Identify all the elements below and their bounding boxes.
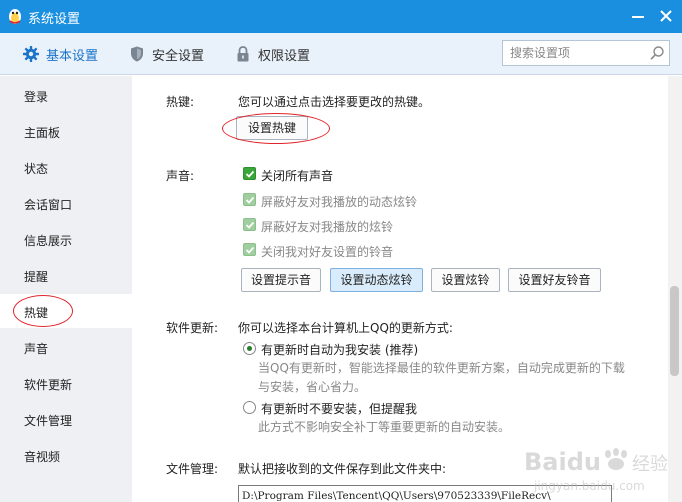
- sidebar-item-login[interactable]: 登录: [0, 78, 132, 112]
- sidebar-item-label: 状态: [24, 162, 49, 176]
- disable-friend-ringtone-checkbox[interactable]: [243, 243, 256, 256]
- tab-label: 安全设置: [152, 48, 205, 64]
- title-bar: 系统设置: [0, 0, 682, 33]
- set-hotkey-button[interactable]: 设置热键: [236, 116, 308, 140]
- option-description: 此方式不影响安全补丁等重要更新的自动安装。: [258, 420, 511, 434]
- notify-only-radio[interactable]: [243, 401, 256, 414]
- hotkey-label: 热键:: [166, 95, 195, 109]
- block-ringtone-checkbox[interactable]: [243, 218, 256, 231]
- set-dynamic-ringtone-button[interactable]: 设置动态炫铃: [330, 268, 423, 292]
- close-button[interactable]: [654, 4, 678, 28]
- tab-basic-settings[interactable]: 基本设置: [22, 43, 98, 65]
- close-icon: [660, 10, 672, 22]
- sidebar-item-label: 音视频: [24, 450, 61, 464]
- sidebar-item-software-update[interactable]: 软件更新: [0, 366, 132, 400]
- window-title: 系统设置: [28, 12, 81, 27]
- sound-label: 声音:: [166, 169, 195, 183]
- checkbox-label: 屏蔽好友对我播放的动态炫铃: [261, 195, 418, 209]
- sidebar-item-info-display[interactable]: 信息展示: [0, 222, 132, 256]
- sidebar-item-reminder[interactable]: 提醒: [0, 258, 132, 292]
- checkmark-icon: [245, 170, 254, 178]
- set-friend-ringtone-button[interactable]: 设置好友铃音: [508, 268, 601, 292]
- set-ringtone-button[interactable]: 设置炫铃: [431, 268, 500, 292]
- tab-label: 基本设置: [46, 48, 99, 64]
- tab-security-settings[interactable]: 安全设置: [128, 43, 204, 65]
- minimize-button[interactable]: [626, 4, 650, 28]
- sidebar-item-label: 提醒: [24, 270, 49, 284]
- sidebar-item-sound[interactable]: 声音: [0, 330, 132, 364]
- update-description: 你可以选择本台计算机上QQ的更新方式:: [238, 321, 453, 335]
- checkbox-label: 屏蔽好友对我播放的炫铃: [261, 220, 394, 234]
- file-save-path-field[interactable]: D:\Program Files\Tencent\QQ\Users\970523…: [238, 485, 612, 502]
- sidebar-item-label: 声音: [24, 342, 49, 356]
- option-description: 与安装，省心省力。: [258, 380, 367, 394]
- sidebar-item-label: 信息展示: [24, 234, 73, 248]
- sidebar-item-file-management[interactable]: 文件管理: [0, 402, 132, 436]
- checkmark-icon: [245, 221, 254, 229]
- files-label: 文件管理:: [166, 462, 219, 476]
- radio-label: 有更新时不要安装，但提醒我: [261, 402, 418, 416]
- search-input[interactable]: [503, 41, 643, 65]
- sidebar-item-hotkey[interactable]: 热键: [0, 294, 132, 328]
- tab-label: 权限设置: [258, 48, 311, 64]
- sidebar-item-status[interactable]: 状态: [0, 150, 132, 184]
- lock-icon: [237, 46, 249, 62]
- sidebar-item-label: 主面板: [24, 126, 61, 140]
- shield-icon: [131, 46, 143, 62]
- gear-icon: [23, 46, 39, 62]
- scrollbar-thumb[interactable]: [670, 286, 679, 376]
- checkbox-label: 关闭所有声音: [261, 169, 334, 183]
- sidebar-item-label: 登录: [24, 90, 49, 104]
- settings-content: 热键: 您可以通过点击选择要更改的热键。 设置热键 声音: 关闭所有声音 屏蔽好…: [132, 76, 668, 502]
- search-box: [502, 40, 670, 66]
- sidebar: 登录 主面板 状态 会话窗口 信息展示 提醒 热键 声音 软件更新 文件管理 音…: [0, 76, 132, 502]
- option-description: 当QQ有更新时，智能选择最佳的软件更新方案，自动完成更新的下载: [258, 361, 625, 375]
- tab-bar: 基本设置 安全设置 权限设置: [0, 33, 682, 75]
- sidebar-item-label: 会话窗口: [24, 198, 73, 212]
- mute-all-sounds-checkbox[interactable]: [243, 167, 256, 180]
- sidebar-item-label: 软件更新: [24, 378, 73, 392]
- hotkey-description: 您可以通过点击选择要更改的热键。: [238, 95, 431, 109]
- qq-penguin-icon: [9, 9, 21, 24]
- checkmark-icon: [245, 246, 254, 254]
- block-dynamic-ringtone-checkbox[interactable]: [243, 193, 256, 206]
- search-icon[interactable]: [649, 45, 665, 61]
- sidebar-item-label: 热键: [24, 306, 49, 320]
- sidebar-item-label: 文件管理: [24, 414, 73, 428]
- checkbox-label: 关闭我对好友设置的铃音: [261, 245, 394, 259]
- sidebar-item-audio-video[interactable]: 音视频: [0, 438, 132, 472]
- auto-install-radio[interactable]: [243, 342, 256, 355]
- set-notification-sound-button[interactable]: 设置提示音: [241, 268, 321, 292]
- update-label: 软件更新:: [166, 321, 219, 335]
- files-description: 默认把接收到的文件保存到此文件夹中:: [238, 462, 447, 476]
- sidebar-item-chat-window[interactable]: 会话窗口: [0, 186, 132, 220]
- tab-permission-settings[interactable]: 权限设置: [234, 43, 310, 65]
- sidebar-item-main-panel[interactable]: 主面板: [0, 114, 132, 148]
- checkmark-icon: [245, 196, 254, 204]
- radio-label: 有更新时自动为我安装 (推荐): [261, 343, 419, 357]
